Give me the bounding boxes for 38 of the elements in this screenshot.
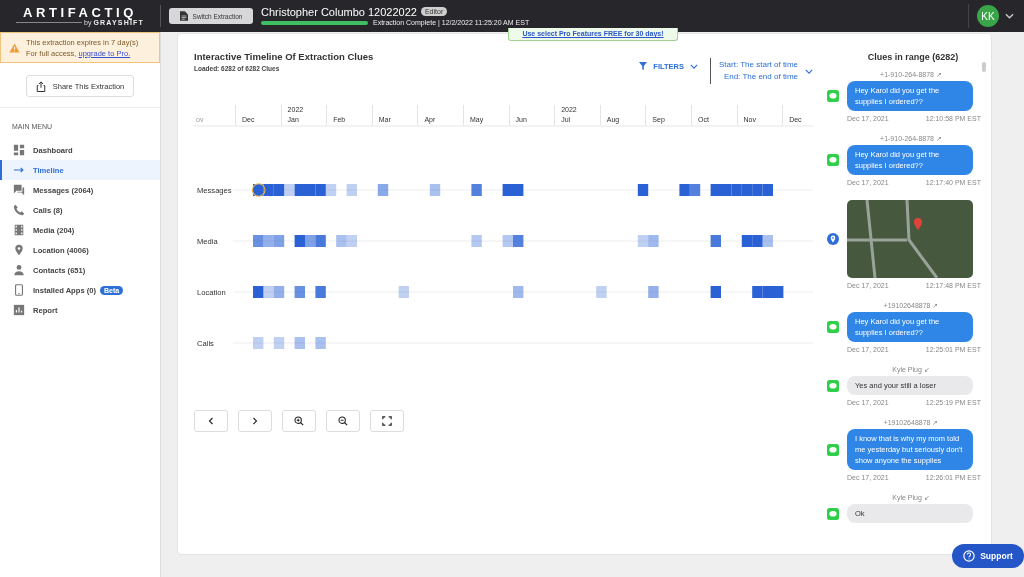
document-icon bbox=[179, 11, 188, 21]
zoom-out-icon bbox=[338, 416, 348, 426]
zoom-in-icon bbox=[294, 416, 304, 426]
message-icon bbox=[827, 90, 839, 102]
film-icon bbox=[13, 224, 25, 236]
message-icon bbox=[827, 379, 839, 392]
zoom-out-button[interactable] bbox=[326, 410, 360, 432]
logo-wordmark: ARTIFACTIQ bbox=[23, 5, 137, 19]
chevron-left-icon bbox=[208, 417, 214, 425]
zoom-in-button[interactable] bbox=[282, 410, 316, 432]
message-icon bbox=[827, 507, 839, 520]
extraction-title: Christopher Columbo 12022022 bbox=[261, 5, 417, 18]
share-icon bbox=[35, 80, 46, 92]
timeline-title: Interactive Timeline Of Extraction Clues bbox=[194, 51, 375, 62]
clues-heading: Clues in range (6282) bbox=[866, 51, 960, 64]
message-icon bbox=[827, 443, 839, 456]
chat-icon bbox=[13, 184, 25, 196]
fullscreen-button[interactable] bbox=[370, 410, 404, 432]
phone-icon bbox=[13, 204, 25, 216]
warning-icon bbox=[9, 42, 20, 53]
fullscreen-icon bbox=[382, 416, 392, 426]
dashboard-icon bbox=[13, 144, 25, 156]
filter-icon bbox=[639, 62, 648, 70]
scrollbar-thumb[interactable] bbox=[982, 62, 986, 72]
pin-icon bbox=[13, 244, 25, 256]
chevron-down-icon[interactable] bbox=[1005, 13, 1014, 19]
location-pin-icon bbox=[827, 233, 839, 245]
message-icon bbox=[827, 154, 839, 166]
bar-chart-icon bbox=[13, 304, 25, 316]
person-icon bbox=[13, 264, 25, 276]
smartphone-icon bbox=[13, 284, 25, 296]
chevron-right-icon bbox=[252, 417, 258, 425]
support-button[interactable]: Support bbox=[952, 544, 1024, 568]
help-icon bbox=[963, 550, 976, 562]
chevron-down-icon bbox=[690, 63, 698, 69]
date-range-selector[interactable]: Start: The start of time End: The end of time bbox=[719, 59, 813, 83]
message-icon bbox=[827, 321, 839, 333]
chevron-down-icon bbox=[805, 68, 813, 74]
